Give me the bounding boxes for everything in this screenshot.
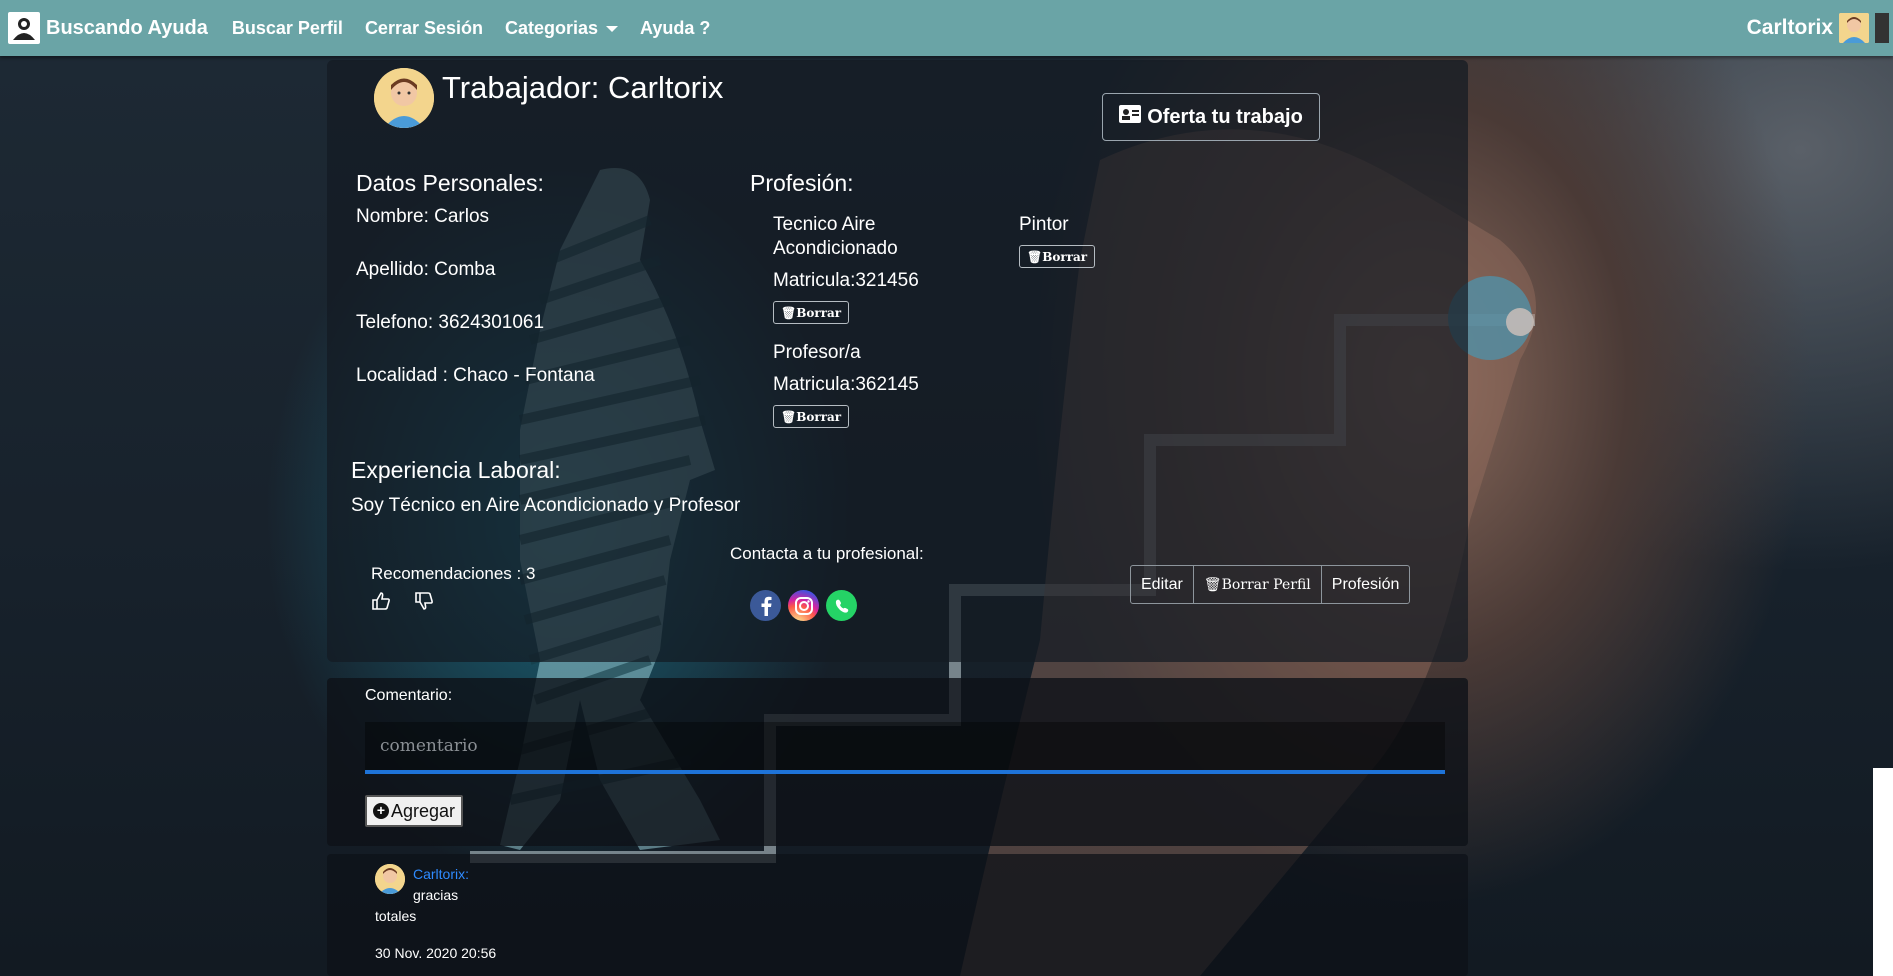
- comment-item: Carltorix: gracias totales 30 Nov. 2020 …: [327, 854, 1468, 976]
- personal-data-heading: Datos Personales:: [356, 170, 544, 196]
- page-title: Trabajador: Carltorix: [442, 70, 724, 105]
- experience-heading: Experiencia Laboral:: [351, 457, 561, 483]
- profession-2-matricula: Matricula:362145: [773, 374, 919, 395]
- nav-username: Carltorix: [1746, 16, 1833, 39]
- caret-down-icon: [606, 25, 619, 32]
- page-edge: [1873, 768, 1893, 976]
- comment-text-line2: totales: [375, 908, 417, 924]
- profile-actions: Editar 🗑 Borrar Perfil Profesión: [1130, 565, 1411, 604]
- thumbs-down-icon[interactable]: [414, 591, 436, 613]
- nav-categorias-label: Categorias: [505, 17, 599, 38]
- delete-label: Borrar: [796, 305, 842, 320]
- profession-1-matricula: Matricula:321456: [773, 270, 919, 291]
- comment-label: Comentario:: [365, 687, 453, 704]
- profession-button[interactable]: Profesión: [1322, 566, 1410, 603]
- edit-button[interactable]: Editar: [1131, 566, 1194, 603]
- trash-icon: 🗑: [781, 305, 797, 320]
- comment-form: Comentario: + Agregar: [327, 678, 1468, 846]
- comment-input[interactable]: [365, 722, 1445, 774]
- nav-categorias[interactable]: Categorias: [505, 17, 619, 39]
- navbar: Buscando Ayuda Buscar Perfil Cerrar Sesi…: [0, 0, 1893, 56]
- profession-2-name: Profesor/a: [773, 342, 861, 363]
- delete-label: Borrar: [796, 409, 842, 424]
- delete-label: Borrar: [1042, 249, 1088, 264]
- comment-author[interactable]: Carltorix:: [413, 866, 469, 882]
- id-card-icon: [1119, 105, 1142, 129]
- personal-nombre: Nombre: Carlos: [356, 206, 490, 227]
- thumbs-up-icon[interactable]: [371, 591, 393, 613]
- recommendations-count: Recomendaciones : 3: [371, 564, 536, 583]
- contact-label: Contacta a tu profesional:: [730, 544, 924, 563]
- profession-1-name-line2: Acondicionado: [773, 238, 898, 259]
- facebook-icon[interactable]: [750, 590, 781, 621]
- comment-date: 30 Nov. 2020 20:56: [375, 945, 497, 961]
- user-menu[interactable]: Carltorix: [1747, 13, 1889, 43]
- profession-3-name: Pintor: [1019, 214, 1069, 235]
- nav-cerrar-sesion[interactable]: Cerrar Sesión: [365, 18, 483, 39]
- nav-buscar-perfil[interactable]: Buscar Perfil: [232, 18, 343, 39]
- plus-circle-icon: +: [373, 803, 389, 819]
- offer-work-button[interactable]: Oferta tu trabajo: [1102, 93, 1320, 141]
- delete-profession-3-button[interactable]: 🗑 Borrar: [1019, 245, 1096, 268]
- delete-profile-label: Borrar Perfil: [1221, 576, 1311, 593]
- user-search-icon: [8, 12, 40, 44]
- trash-icon: 🗑: [1027, 249, 1043, 264]
- nav-ayuda[interactable]: Ayuda ?: [640, 18, 710, 39]
- whatsapp-icon[interactable]: [826, 590, 857, 621]
- delete-profile-button[interactable]: 🗑 Borrar Perfil: [1194, 566, 1322, 603]
- brand[interactable]: Buscando Ayuda: [8, 12, 208, 44]
- personal-localidad: Localidad : Chaco - Fontana: [356, 365, 595, 386]
- brand-name: Buscando Ayuda: [46, 16, 208, 39]
- user-avatar: [1839, 13, 1869, 43]
- trash-icon: 🗑: [1203, 576, 1222, 593]
- delete-profession-1-button[interactable]: 🗑 Borrar: [773, 301, 850, 324]
- instagram-icon[interactable]: [788, 590, 819, 621]
- comment-avatar: [375, 864, 405, 894]
- profile-panel: Trabajador: Carltorix Oferta tu trabajo …: [327, 60, 1468, 662]
- add-comment-label: Agregar: [391, 800, 456, 821]
- add-comment-button[interactable]: + Agregar: [365, 795, 464, 827]
- offer-work-label: Oferta tu trabajo: [1147, 105, 1303, 128]
- personal-apellido: Apellido: Comba: [356, 259, 496, 280]
- profile-avatar: [374, 68, 434, 128]
- experience-text: Soy Técnico en Aire Acondicionado y Prof…: [351, 495, 741, 516]
- trash-icon: 🗑: [781, 409, 797, 424]
- social-links: [750, 590, 864, 621]
- personal-telefono: Telefono: 3624301061: [356, 312, 545, 333]
- comment-text-line1: gracias: [413, 887, 459, 903]
- delete-profession-2-button[interactable]: 🗑 Borrar: [773, 405, 850, 428]
- profile-thumbnail: [1875, 13, 1889, 43]
- profession-1-name-line1: Tecnico Aire: [773, 214, 876, 235]
- profession-heading: Profesión:: [750, 170, 854, 196]
